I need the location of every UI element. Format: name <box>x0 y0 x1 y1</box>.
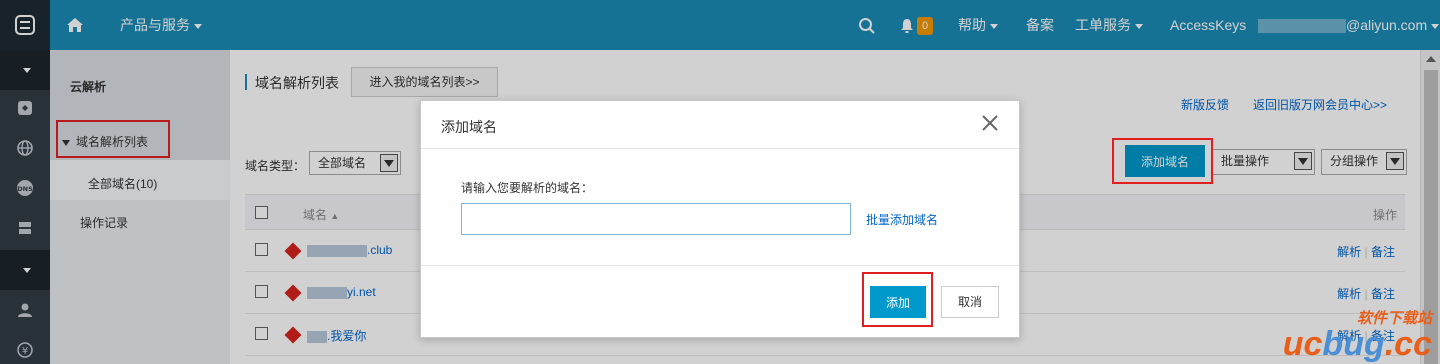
domain-input-label: 请输入您要解析的域名： <box>461 181 594 195</box>
highlight-box-confirm <box>862 272 933 327</box>
watermark-logo: ucbug.cc <box>1282 325 1432 363</box>
dialog-title: 添加域名 <box>441 119 497 135</box>
dialog-header: 添加域名 <box>421 101 1019 149</box>
batch-add-domain-link[interactable]: 批量添加域名 <box>866 211 938 228</box>
close-icon[interactable] <box>981 113 999 137</box>
cancel-button[interactable]: 取消 <box>941 286 999 318</box>
site-watermark: 软件下载站 ucbug.cc <box>1282 307 1432 363</box>
domain-input[interactable] <box>461 203 851 235</box>
highlight-box-add-domain <box>1112 138 1213 184</box>
